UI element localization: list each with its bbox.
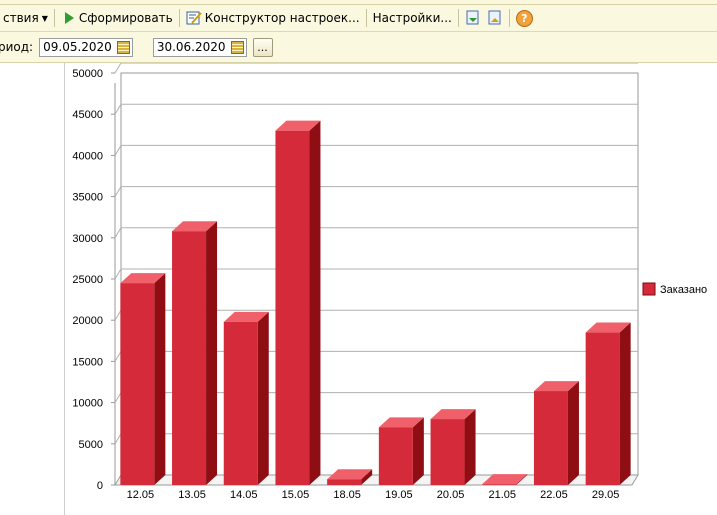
toolbar-separator — [365, 9, 367, 27]
x-tick-label: 14.05 — [230, 489, 258, 501]
bar — [275, 130, 310, 485]
y-tick-label: 30000 — [72, 233, 103, 245]
calendar-icon[interactable] — [116, 40, 130, 54]
settings-button-label: Настройки... — [372, 11, 452, 25]
gridline-diagonal — [114, 227, 122, 239]
x-tick-label: 18.05 — [333, 489, 361, 501]
bar-side — [309, 120, 321, 486]
x-tick-label: 29.05 — [592, 489, 620, 501]
bar-side — [619, 322, 631, 485]
bar-chart: 0 5000 10000 15000 20000 25000 30000 35000 40000… — [72, 63, 707, 501]
gridline-diagonal — [114, 309, 122, 321]
bar — [585, 332, 620, 485]
play-icon — [64, 12, 74, 24]
y-tick-label: 5000 — [79, 439, 103, 451]
load-settings-button[interactable] — [462, 7, 484, 29]
constructor-button[interactable]: Конструктор настроек... — [183, 7, 363, 29]
legend-label: Заказано — [660, 284, 707, 296]
gridline-diagonal — [114, 392, 122, 403]
x-tick-label: 20.05 — [437, 489, 465, 501]
help-icon: ? — [515, 9, 533, 27]
period-from-value: 09.05.2020 — [43, 40, 112, 54]
bar — [533, 391, 568, 485]
y-tick-label: 45000 — [72, 109, 103, 121]
x-tick-label: 15.05 — [282, 489, 310, 501]
gridline-diagonal — [114, 103, 122, 115]
toolbar-separator — [508, 9, 510, 27]
x-tick-label: 22.05 — [540, 489, 568, 501]
period-from-field[interactable]: 09.05.2020 — [39, 37, 133, 57]
period-select-button[interactable]: ... — [252, 37, 273, 57]
generate-button[interactable]: Сформировать — [58, 7, 176, 29]
x-tick-label: 21.05 — [488, 489, 516, 501]
bar-side — [206, 221, 218, 485]
left-panel — [0, 63, 65, 515]
gridline-diagonal — [114, 433, 122, 445]
gridline-diagonal — [114, 351, 122, 362]
y-tick-label: 15000 — [72, 356, 103, 368]
period-to-value: 30.06.2020 — [156, 40, 226, 54]
bar — [327, 479, 362, 485]
gridline-diagonal — [114, 186, 122, 197]
toolbar-separator — [457, 9, 459, 27]
bar — [378, 427, 413, 485]
x-tick-label: 19.05 — [385, 489, 413, 501]
settings-constructor-icon — [186, 11, 202, 25]
period-to-field[interactable]: 30.06.2020 — [152, 37, 247, 57]
gridline-diagonal — [114, 268, 122, 280]
bar — [430, 419, 465, 485]
toolbar: ствия ▼ Сформировать Конструктор настрое… — [0, 5, 717, 32]
y-tick-label: 40000 — [72, 150, 103, 162]
bar-side — [464, 409, 476, 485]
bar — [482, 484, 517, 485]
y-tick-label: 10000 — [72, 398, 103, 410]
bar — [120, 283, 155, 485]
x-tick-label: 13.05 — [178, 489, 206, 501]
bar-side — [257, 311, 269, 485]
bar — [172, 231, 207, 485]
x-tick-label: 12.05 — [127, 489, 155, 501]
help-button[interactable]: ? — [513, 7, 536, 29]
period-bar: риод: 09.05.2020 30.06.2020 ... — [0, 32, 717, 63]
bar — [223, 321, 258, 485]
chevron-down-icon: ▼ — [41, 13, 48, 23]
save-settings-button[interactable] — [484, 7, 506, 29]
toolbar-separator — [53, 9, 55, 27]
y-tick-label: 35000 — [72, 192, 103, 204]
actions-menu-label: ствия — [3, 11, 39, 25]
bar-side — [154, 273, 166, 485]
save-settings-icon — [488, 10, 501, 25]
settings-button[interactable]: Настройки... — [370, 7, 455, 29]
period-label: риод: — [0, 40, 34, 54]
toolbar-separator — [178, 9, 180, 27]
y-tick-label: 0 — [97, 480, 103, 492]
y-tick-label: 20000 — [72, 315, 103, 327]
bar-side — [412, 417, 424, 485]
bar-side — [567, 381, 579, 485]
constructor-button-label: Конструктор настроек... — [204, 11, 360, 25]
y-tick-label: 25000 — [72, 274, 103, 286]
y-tick-label: 50000 — [72, 68, 103, 80]
load-settings-icon — [466, 10, 479, 25]
calendar-icon[interactable] — [230, 40, 244, 54]
gridline-diagonal — [114, 63, 122, 74]
actions-menu[interactable]: ствия ▼ — [0, 7, 51, 29]
legend-swatch — [642, 282, 656, 296]
generate-button-label: Сформировать — [78, 11, 173, 25]
gridline-diagonal — [114, 145, 122, 156]
